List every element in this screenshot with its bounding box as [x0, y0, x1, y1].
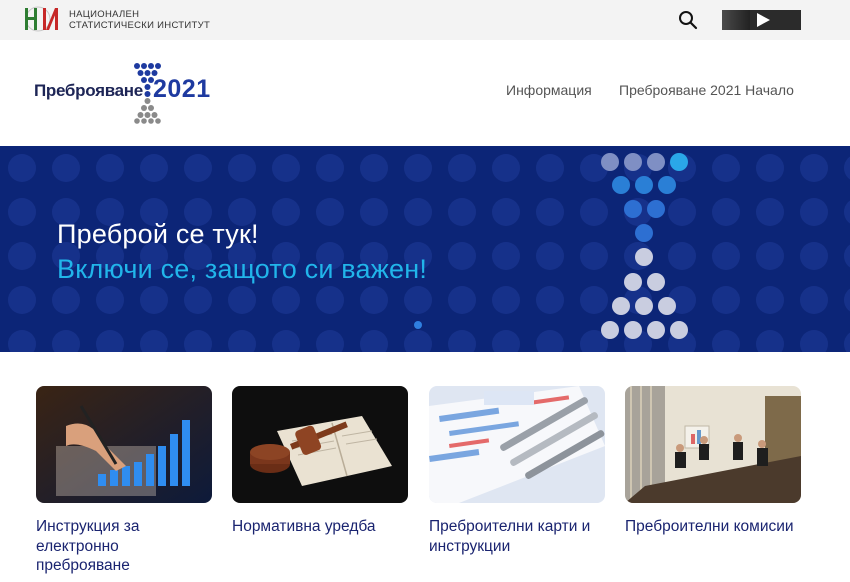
- hero-headline: Преброй се тук!: [57, 219, 259, 249]
- top-utility-bar: НАЦИОНАЛЕН СТАТИСТИЧЕСКИ ИНСТИТУТ: [0, 0, 850, 40]
- site-header: Преброяване 2021 Информация Преброяване …: [0, 40, 850, 146]
- card-electronic-census-instruction[interactable]: Инструкция за електронно преброяване: [36, 386, 212, 576]
- hero-subheadline: Включи се, защото си важен!: [57, 254, 428, 284]
- card-legal-framework[interactable]: Нормативна уредба: [232, 386, 408, 537]
- play-icon: [757, 13, 770, 27]
- chart-bars-pen-photo: [36, 386, 212, 503]
- nav-information[interactable]: Информация: [506, 82, 592, 98]
- nav-census-2021-home[interactable]: Преброяване 2021 Начало: [619, 82, 794, 98]
- census-hourglass-emblem-icon: [601, 153, 688, 339]
- census-forms-pens-photo: [429, 386, 605, 503]
- card-title[interactable]: Преброителни карти и инструкции: [429, 517, 605, 556]
- logo-year: 2021: [153, 75, 211, 103]
- institute-name-line2: СТАТИСТИЧЕСКИ ИНСТИТУТ: [69, 20, 211, 31]
- carousel-indicator-dot[interactable]: [414, 321, 422, 329]
- card-title[interactable]: Преброителни комисии: [625, 517, 801, 537]
- video-thumbnail-image: [722, 10, 750, 30]
- institute-name: НАЦИОНАЛЕН СТАТИСТИЧЕСКИ ИНСТИТУТ: [69, 9, 210, 31]
- card-title[interactable]: Нормативна уредба: [232, 517, 408, 537]
- census-2021-logo[interactable]: Преброяване 2021: [34, 62, 224, 126]
- meeting-room-photo: [625, 386, 801, 503]
- logo-word: Преброяване: [34, 81, 143, 100]
- card-census-commissions[interactable]: Преброителни комисии: [625, 386, 801, 537]
- card-census-forms-instructions[interactable]: Преброителни карти и инструкции: [429, 386, 605, 556]
- search-icon[interactable]: [678, 10, 698, 30]
- nsi-logo-icon[interactable]: [22, 4, 62, 34]
- hero-banner[interactable]: Преброй се тук! Включи се, защото си важ…: [0, 146, 850, 352]
- institute-name-line1: НАЦИОНАЛЕН: [69, 9, 140, 20]
- card-title[interactable]: Инструкция за електронно преброяване: [36, 517, 212, 576]
- video-thumbnail[interactable]: [722, 10, 801, 30]
- gavel-book-photo: [232, 386, 408, 503]
